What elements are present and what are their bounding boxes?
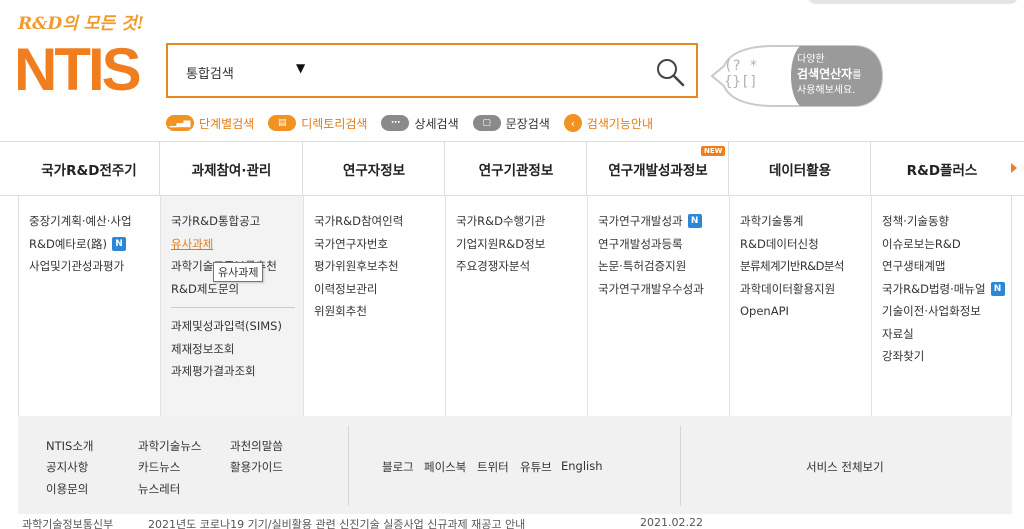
tooltip: 유사과제	[213, 262, 264, 282]
menu-link[interactable]: OpenAPI	[740, 300, 871, 323]
new-n-badge: N	[112, 236, 127, 251]
stepwise-search-link[interactable]: ▁▃▅ 단계별검색	[166, 115, 254, 132]
menu-col-plus: 정책·기술동향 이슈로보는R&D 연구생태계맵 국가R&D법령·매뉴얼 N 기술이…	[872, 196, 1013, 416]
search-scope-select[interactable]: 통합검색	[186, 63, 234, 82]
notice-strip: 과학기술정보통신부 2021년도 코로나19 기기/실비활용 관련 신진기술 실…	[0, 514, 1024, 529]
menu-link[interactable]: 강좌찾기	[882, 345, 1013, 368]
menu-link[interactable]: R&D예타로(路) N	[29, 233, 160, 256]
notice-title[interactable]: 2021년도 코로나19 기기/실비활용 관련 신진기술 실증사업 신규과제 재…	[148, 516, 525, 529]
menu-link-similar-projects[interactable]: 유사과제	[171, 233, 303, 256]
notice-source: 과학기술정보통신부	[22, 518, 114, 529]
mega-menu: 중장기계획·예산·사업 R&D예타로(路) N 사업및기관성과평가 국가R&D통합…	[18, 196, 1012, 416]
search-guide-link[interactable]: ‹ 검색기능안내	[563, 114, 653, 132]
grid-icon: ⋯	[381, 115, 410, 131]
menu-link[interactable]: 정책·기술동향	[882, 210, 1013, 233]
menu-link[interactable]: 이슈로보는R&D	[882, 233, 1013, 256]
notice-date: 2021.02.22	[640, 516, 703, 529]
search-box: 통합검색 ▼	[166, 43, 698, 98]
chevron-down-icon[interactable]: ▼	[296, 61, 305, 75]
directory-search-link[interactable]: ▤ 디렉토리검색	[268, 115, 367, 132]
menu-link[interactable]: 국가연구자번호	[314, 233, 445, 256]
menu-link[interactable]: 국가R&D법령·매뉴얼 N	[882, 278, 1013, 301]
new-n-badge: N	[687, 214, 702, 229]
nav-project-participation[interactable]: 과제참여·관리	[160, 142, 303, 195]
menu-link[interactable]: 과제평가결과조회	[171, 360, 303, 383]
document-icon: ▢	[472, 115, 501, 131]
menu-link[interactable]: 과학데이터활용지원	[740, 278, 871, 301]
search-quick-links: ▁▃▅ 단계별검색 ▤ 디렉토리검색 ⋯ 상세검색 ▢ 문장검색 ‹ 검색기능안…	[166, 114, 653, 132]
steps-icon: ▁▃▅	[166, 115, 194, 131]
menu-link[interactable]: 기업지원R&D정보	[456, 233, 587, 256]
menu-col-results: 국가연구개발성과 N 연구개발성과등록 논문·특허검증지원 국가연구개발우수성과	[588, 196, 729, 416]
operator-glyph-icon: (? * {}[]	[724, 58, 758, 90]
footer-divider	[680, 426, 681, 506]
nav-rnd-lifecycle[interactable]: 국가R&D전주기	[18, 142, 160, 195]
menu-link[interactable]: 제재정보조회	[171, 338, 303, 361]
menu-link[interactable]: 연구생태계맵	[882, 255, 1013, 278]
menu-link[interactable]: 평가위원후보추천	[314, 255, 445, 278]
blog-link[interactable]: 블로그	[382, 459, 414, 475]
menu-link[interactable]: 국가R&D통합공고	[171, 210, 303, 233]
twitter-link[interactable]: 트위터	[477, 459, 509, 475]
footer-link[interactable]: 뉴스레터	[138, 481, 180, 497]
menu-link[interactable]: 주요경쟁자분석	[456, 255, 587, 278]
menu-col-project: 국가R&D통합공고 유사과제 과학기술표준분류추천 R&D제도문의 과제및성과입…	[161, 196, 303, 416]
search-icon[interactable]	[655, 57, 685, 87]
footer-link[interactable]: NTIS소개	[46, 438, 93, 454]
english-link[interactable]: English	[561, 459, 603, 473]
nav-rnd-results[interactable]: 연구개발성과정보 NEW	[587, 142, 729, 195]
nav-researcher-info[interactable]: 연구자정보	[303, 142, 445, 195]
menu-link[interactable]: 연구개발성과등록	[598, 233, 729, 256]
menu-link[interactable]: 사업및기관성과평가	[29, 255, 160, 278]
bubble-text: 다양한 검색연산자를 사용해보세요.	[797, 54, 862, 96]
menu-link[interactable]: 위원회추천	[314, 300, 445, 323]
menu-link[interactable]: R&D데이터신청	[740, 233, 871, 256]
nav-next-arrow-icon[interactable]	[1011, 163, 1017, 173]
menu-link[interactable]: 과제및성과입력(SIMS)	[171, 315, 303, 338]
nav-rnd-plus[interactable]: R&D플러스	[871, 142, 1013, 195]
directory-icon: ▤	[268, 115, 297, 131]
search-input[interactable]	[328, 55, 638, 87]
footer-link[interactable]: 이용문의	[46, 481, 88, 497]
ntis-logo[interactable]: NTIS	[14, 38, 142, 102]
footer-divider	[348, 426, 349, 506]
menu-link[interactable]: 이력정보관리	[314, 278, 445, 301]
footer-link[interactable]: 활용가이드	[230, 459, 283, 475]
footer-link[interactable]: 카드뉴스	[138, 459, 180, 475]
advanced-search-link[interactable]: ⋯ 상세검색	[381, 115, 459, 132]
footer-link[interactable]: 과학기술뉴스	[138, 438, 201, 454]
menu-col-data: 과학기술통계 R&D데이터신청 분류체계기반R&D분석 과학데이터활용지원 Op…	[730, 196, 871, 416]
ntis-page: R&D의 모든 것! NTIS 통합검색 ▼ (? * {}[] 다양한 검색연…	[0, 0, 1024, 529]
menu-footer: NTIS소개 과학기술뉴스 과천의말씀 공지사항 카드뉴스 활용가이드 이용문의…	[18, 416, 1012, 514]
menu-link[interactable]: 중장기계획·예산·사업	[29, 210, 160, 233]
menu-link[interactable]: 국가연구개발우수성과	[598, 278, 729, 301]
menu-link[interactable]: 자료실	[882, 323, 1013, 346]
sentence-search-link[interactable]: ▢ 문장검색	[472, 115, 550, 132]
logo-slogan: R&D의 모든 것!	[18, 14, 145, 34]
facebook-link[interactable]: 페이스북	[424, 459, 466, 475]
menu-link[interactable]: 국가연구개발성과 N	[598, 210, 729, 233]
nav-institution-info[interactable]: 연구기관정보	[445, 142, 587, 195]
menu-link[interactable]: 분류체계기반R&D분석	[740, 255, 871, 278]
new-badge: NEW	[701, 146, 726, 156]
footer-link[interactable]: 과천의말씀	[230, 438, 283, 454]
menu-link[interactable]: 국가R&D참여인력	[314, 210, 445, 233]
all-services-link[interactable]: 서비스 전체보기	[806, 459, 884, 475]
menu-link[interactable]: 과학기술통계	[740, 210, 871, 233]
menu-link[interactable]: 국가R&D수행기관	[456, 210, 587, 233]
menu-col-researcher: 국가R&D참여인력 국가연구자번호 평가위원후보추천 이력정보관리 위원회추천	[304, 196, 445, 416]
main-nav: 국가R&D전주기 과제참여·관리 연구자정보 연구기관정보 연구개발성과정보 N…	[0, 141, 1024, 196]
menu-col-institution: 국가R&D수행기관 기업지원R&D정보 주요경쟁자분석	[446, 196, 587, 416]
menu-link[interactable]: 기술이전·사업화정보	[882, 300, 1013, 323]
nav-data-use[interactable]: 데이터활용	[729, 142, 871, 195]
menu-col-lifecycle: 중장기계획·예산·사업 R&D예타로(路) N 사업및기관성과평가	[19, 196, 160, 416]
menu-link[interactable]: 논문·특허검증지원	[598, 255, 729, 278]
new-n-badge: N	[990, 281, 1005, 296]
arrow-left-icon: ‹	[563, 114, 582, 132]
footer-link[interactable]: 공지사항	[46, 459, 88, 475]
youtube-link[interactable]: 유튜브	[520, 459, 552, 475]
top-utility-bar	[808, 0, 1018, 4]
menu-group-divider	[171, 307, 295, 308]
